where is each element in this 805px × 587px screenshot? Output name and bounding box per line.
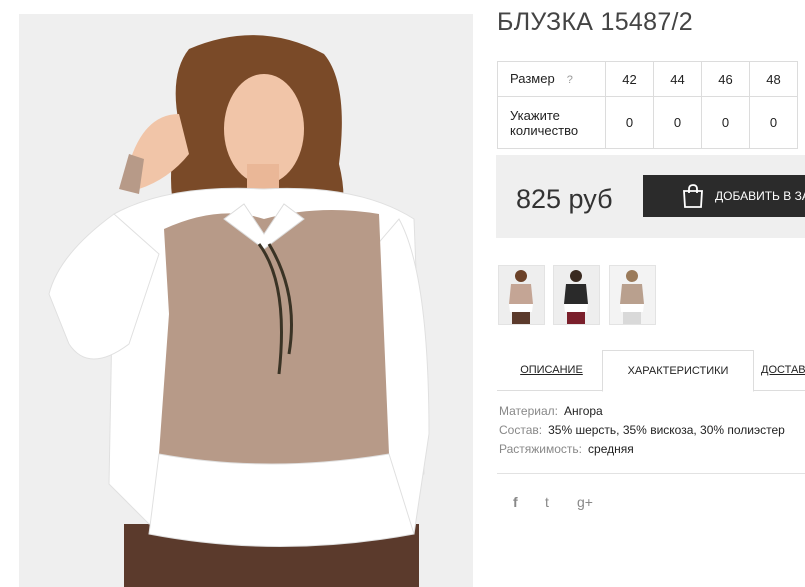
size-46: 46 (701, 61, 750, 97)
price: 825 руб (516, 184, 613, 214)
quantity-label-cell: Укажите количество (497, 96, 606, 149)
product-title: БЛУЗКА 15487/2 (497, 8, 693, 36)
quantity-label-line1: Укажите (510, 107, 560, 123)
size-42: 42 (605, 61, 654, 97)
quantity-input-44[interactable]: 0 (653, 96, 702, 149)
spec-value: 35% шерсть, 35% вискоза, 30% полиэстер (548, 423, 785, 437)
bag-icon (681, 183, 705, 209)
twitter-icon[interactable]: t (545, 494, 549, 510)
spec-row-stretch: Растяжимость: средняя (499, 442, 785, 461)
spec-key: Состав: (499, 423, 543, 437)
quantity-input-48[interactable]: 0 (749, 96, 798, 149)
price-box: 825 руб ДОБАВИТЬ В ЗАКАЗ (496, 155, 805, 238)
google-plus-icon[interactable]: g+ (577, 494, 593, 510)
spec-key: Материал: (499, 404, 558, 418)
tab-characteristics[interactable]: ХАРАКТЕРИСТИКИ (602, 350, 754, 392)
quantity-label-line2: количество (510, 122, 579, 138)
spec-row-composition: Состав: 35% шерсть, 35% вискоза, 30% поли… (499, 423, 785, 442)
size-quantity-table: Размер? 42 44 46 48 Укажите количество 0… (497, 61, 798, 149)
thumbnail-1[interactable] (498, 265, 545, 325)
specs-list: Материал: Ангора Состав: 35% шерсть, 35% в… (499, 404, 785, 461)
spec-row-material: Материал: Ангора (499, 404, 785, 423)
quantity-input-42[interactable]: 0 (605, 96, 654, 149)
size-44: 44 (653, 61, 702, 97)
size-label: Размер (510, 70, 555, 86)
tab-description[interactable]: ОПИСАНИЕ (509, 350, 594, 390)
quantity-input-46[interactable]: 0 (701, 96, 750, 149)
thumbnail-3[interactable] (609, 265, 656, 325)
facebook-icon[interactable]: f (513, 494, 518, 510)
size-help-icon[interactable]: ? (567, 74, 573, 86)
size-label-cell: Размер? (497, 61, 606, 97)
spec-value: средняя (588, 442, 634, 456)
divider (497, 473, 805, 474)
add-to-cart-label: ДОБАВИТЬ В ЗАКАЗ (715, 189, 805, 203)
thumbnail-2[interactable] (553, 265, 600, 325)
add-to-cart-button[interactable]: ДОБАВИТЬ В ЗАКАЗ (643, 175, 805, 217)
product-tabs: ОПИСАНИЕ ХАРАКТЕРИСТИКИ ДОСТАВКА (497, 350, 805, 392)
spec-value: Ангора (563, 404, 603, 418)
tab-delivery[interactable]: ДОСТАВКА (761, 350, 805, 390)
size-48: 48 (749, 61, 798, 97)
spec-key: Растяжимость: (499, 442, 583, 456)
main-product-photo[interactable] (19, 14, 473, 587)
